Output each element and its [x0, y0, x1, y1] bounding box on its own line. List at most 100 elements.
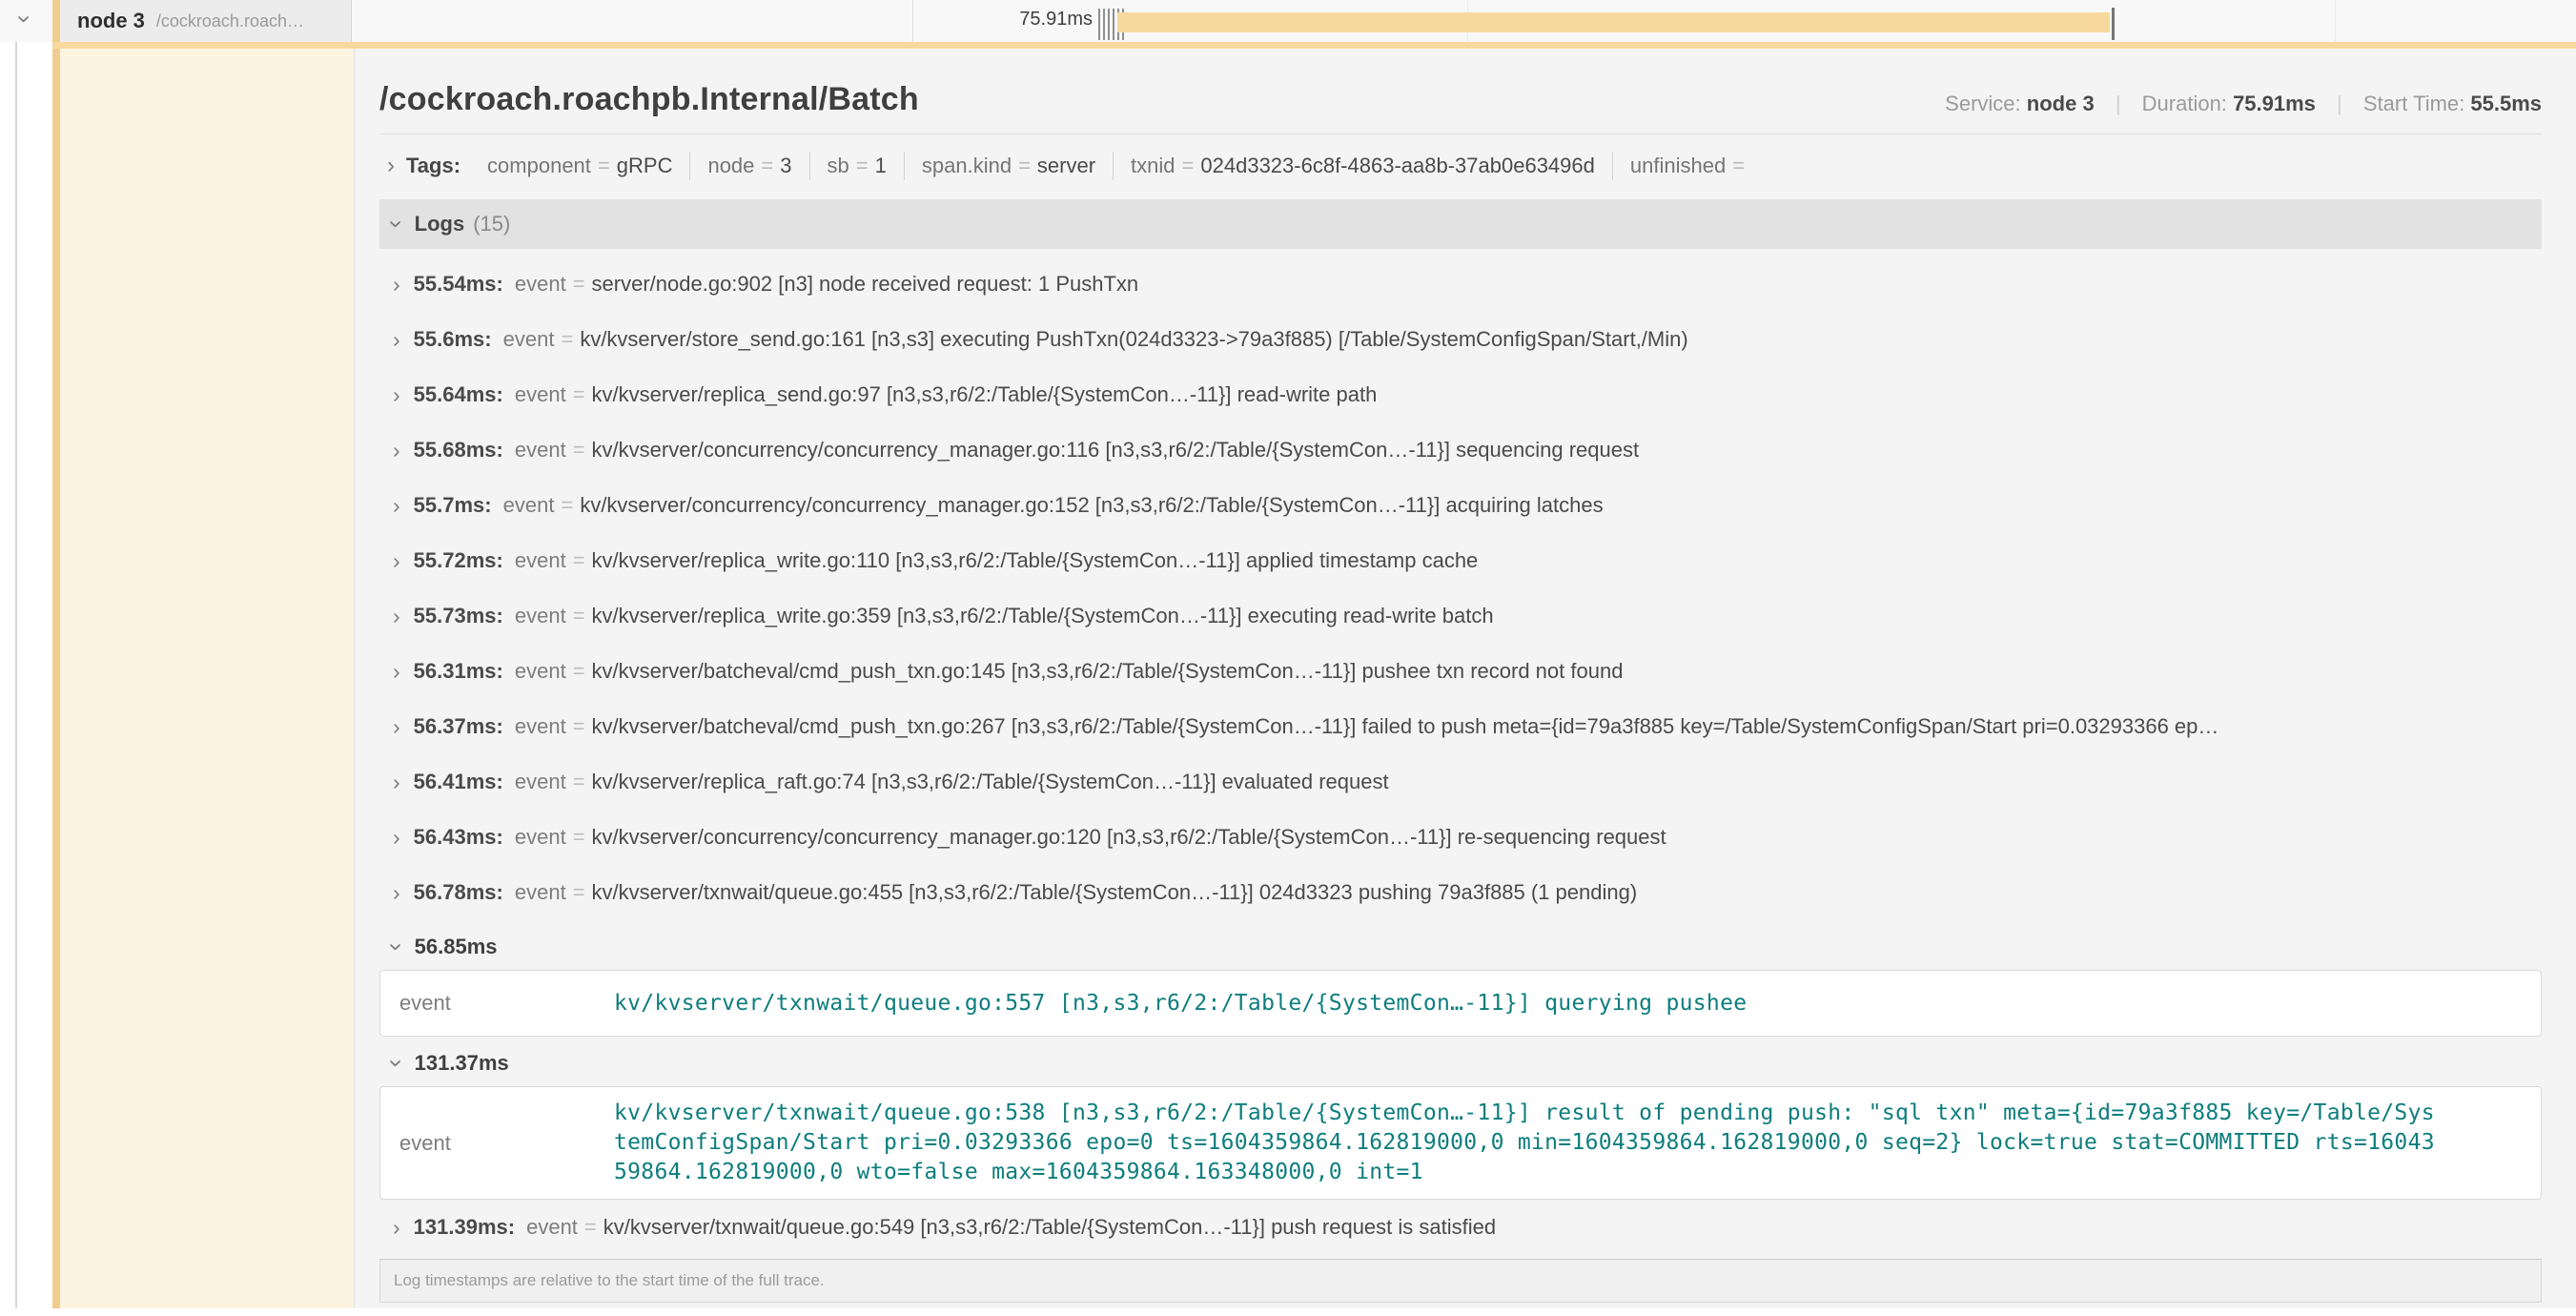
tag-value: 024d3323-6c8f-4863-aa8b-37ab0e63496d — [1200, 154, 1594, 177]
log-message: kv/kvserver/store_send.go:161 [n3,s3] ex… — [580, 327, 1687, 352]
log-expand-chevron-icon[interactable]: › — [393, 882, 400, 904]
log-collapse-header[interactable]: › 131.37ms — [379, 1040, 2542, 1086]
tag-item: unfinished= — [1613, 152, 1768, 180]
log-field-key: event — [399, 1131, 614, 1156]
log-expand-chevron-icon[interactable]: › — [393, 661, 400, 683]
tags-accordion-header[interactable]: › Tags: component=gRPC node=3 sb=1 span.… — [379, 134, 2542, 192]
tag-equals: = — [1732, 154, 1745, 177]
column-divider[interactable] — [912, 0, 913, 42]
span-name-cell[interactable]: node 3 /cockroach.roach… — [60, 0, 352, 42]
log-expand-chevron-icon[interactable]: › — [393, 606, 400, 627]
log-entry-collapsed[interactable]: › 55.64ms: event = kv/kvserver/replica_s… — [379, 367, 2542, 422]
detail-row-color-accent — [52, 49, 60, 1308]
logs-title: Logs — [415, 212, 465, 236]
detail-row-highlight-column — [60, 49, 354, 1308]
log-timestamp: 56.78ms: — [414, 880, 503, 905]
span-row: › node 3 /cockroach.roach… 75.91ms — [0, 0, 2576, 42]
log-message: kv/kvserver/batcheval/cmd_push_txn.go:14… — [592, 659, 1624, 684]
log-field-key: event — [503, 493, 555, 518]
log-timestamp: 56.31ms: — [414, 659, 503, 684]
tag-equals: = — [1018, 154, 1031, 177]
service-value: node 3 — [2027, 92, 2095, 115]
log-message: kv/kvserver/replica_send.go:97 [n3,s3,r6… — [592, 382, 1378, 407]
log-entry-collapsed[interactable]: › 56.43ms: event = kv/kvserver/concurren… — [379, 810, 2542, 865]
log-expand-chevron-icon[interactable]: › — [393, 384, 400, 406]
tag-key: component — [487, 154, 591, 177]
span-row-accent-rule — [52, 42, 2576, 49]
log-equals: = — [573, 880, 585, 905]
logs-collapse-chevron-icon[interactable]: › — [384, 220, 409, 229]
log-field-key: event — [515, 438, 566, 463]
log-field-key: event — [399, 991, 614, 1016]
log-expand-chevron-icon[interactable]: › — [393, 440, 400, 462]
log-expand-chevron-icon[interactable]: › — [393, 827, 400, 849]
log-message: kv/kvserver/concurrency/concurrency_mana… — [592, 825, 1666, 850]
tag-key: node — [707, 154, 754, 177]
log-message: kv/kvserver/concurrency/concurrency_mana… — [592, 438, 1640, 463]
log-collapse-chevron-icon[interactable]: › — [384, 943, 409, 952]
log-equals: = — [561, 493, 573, 518]
tag-item: txnid=024d3323-6c8f-4863-aa8b-37ab0e6349… — [1114, 152, 1613, 180]
tag-value: server — [1037, 154, 1095, 177]
log-entry-collapsed[interactable]: › 55.72ms: event = kv/kvserver/replica_w… — [379, 533, 2542, 588]
overview-separator: | — [2337, 92, 2342, 115]
log-message: server/node.go:902 [n3] node received re… — [592, 272, 1139, 297]
log-timestamp: 56.43ms: — [414, 825, 503, 850]
log-equals: = — [573, 825, 585, 850]
log-field-key: event — [515, 880, 566, 905]
log-entry-collapsed[interactable]: › 55.68ms: event = kv/kvserver/concurren… — [379, 422, 2542, 478]
log-entry-collapsed[interactable]: › 56.41ms: event = kv/kvserver/replica_r… — [379, 754, 2542, 810]
log-equals: = — [573, 548, 585, 573]
log-entry-collapsed[interactable]: › 56.78ms: event = kv/kvserver/txnwait/q… — [379, 865, 2542, 920]
log-equals: = — [573, 714, 585, 739]
log-timestamp: 55.7ms: — [414, 493, 492, 518]
log-equals: = — [573, 438, 585, 463]
span-detail-header: /cockroach.roachpb.Internal/Batch Servic… — [379, 49, 2542, 134]
tag-equals: = — [598, 154, 610, 177]
log-timestamp: 55.73ms: — [414, 604, 503, 628]
log-event-box: event kv/kvserver/txnwait/queue.go:557 [… — [379, 970, 2542, 1037]
log-collapse-chevron-icon[interactable]: › — [384, 1059, 409, 1068]
collapse-span-chevron-icon[interactable]: › — [12, 15, 37, 24]
log-collapse-header[interactable]: › 56.85ms — [379, 924, 2542, 970]
tags-expand-chevron-icon[interactable]: › — [387, 154, 395, 177]
tag-equals: = — [856, 154, 869, 177]
log-tick-marker-end — [2112, 8, 2115, 40]
log-expand-chevron-icon[interactable]: › — [393, 329, 400, 351]
duration-value: 75.91ms — [2233, 92, 2316, 115]
log-timestamp: 55.72ms: — [414, 548, 503, 573]
log-expand-chevron-icon[interactable]: › — [393, 771, 400, 793]
log-equals: = — [573, 770, 585, 794]
log-field-key: event — [503, 327, 555, 352]
log-entry-collapsed[interactable]: › 131.39ms: event = kv/kvserver/txnwait/… — [379, 1200, 2542, 1255]
log-expand-chevron-icon[interactable]: › — [393, 550, 400, 572]
log-field-key: event — [515, 548, 566, 573]
log-entry-collapsed[interactable]: › 55.6ms: event = kv/kvserver/store_send… — [379, 312, 2542, 367]
log-timestamp: 131.37ms — [415, 1051, 509, 1076]
log-message: kv/kvserver/concurrency/concurrency_mana… — [580, 493, 1603, 518]
span-duration-bar[interactable] — [1117, 12, 2110, 32]
log-timestamp: 55.6ms: — [414, 327, 492, 352]
log-entry-collapsed[interactable]: › 55.7ms: event = kv/kvserver/concurrenc… — [379, 478, 2542, 533]
log-expand-chevron-icon[interactable]: › — [393, 495, 400, 517]
log-expand-chevron-icon[interactable]: › — [393, 274, 400, 296]
log-field-key: event — [515, 770, 566, 794]
log-event-value: kv/kvserver/txnwait/queue.go:557 [n3,s3,… — [614, 989, 1747, 1018]
log-entry-collapsed[interactable]: › 55.54ms: event = server/node.go:902 [n… — [379, 257, 2542, 312]
logs-accordion-header[interactable]: › Logs (15) — [379, 199, 2542, 249]
log-expand-chevron-icon[interactable]: › — [393, 716, 400, 738]
span-detail-panel: /cockroach.roachpb.Internal/Batch Servic… — [354, 49, 2576, 1308]
log-entry-collapsed[interactable]: › 55.73ms: event = kv/kvserver/replica_w… — [379, 588, 2542, 644]
log-entry-collapsed[interactable]: › 56.31ms: event = kv/kvserver/batcheval… — [379, 644, 2542, 699]
log-message: kv/kvserver/txnwait/queue.go:549 [n3,s3,… — [603, 1215, 1496, 1240]
log-entry-collapsed[interactable]: › 56.37ms: event = kv/kvserver/batcheval… — [379, 699, 2542, 754]
log-event-value: kv/kvserver/txnwait/queue.go:538 [n3,s3,… — [614, 1099, 2435, 1187]
trace-span-detail-view: › node 3 /cockroach.roach… 75.91ms /cock… — [0, 0, 2576, 1316]
duration-label: Duration: — [2142, 92, 2227, 115]
tag-value: 3 — [780, 154, 791, 177]
span-title: /cockroach.roachpb.Internal/Batch — [379, 81, 919, 118]
logs-footer-note: Log timestamps are relative to the start… — [379, 1259, 2542, 1303]
log-expand-chevron-icon[interactable]: › — [393, 1217, 400, 1239]
log-timestamp: 55.64ms: — [414, 382, 503, 407]
log-timestamp: 55.54ms: — [414, 272, 503, 297]
